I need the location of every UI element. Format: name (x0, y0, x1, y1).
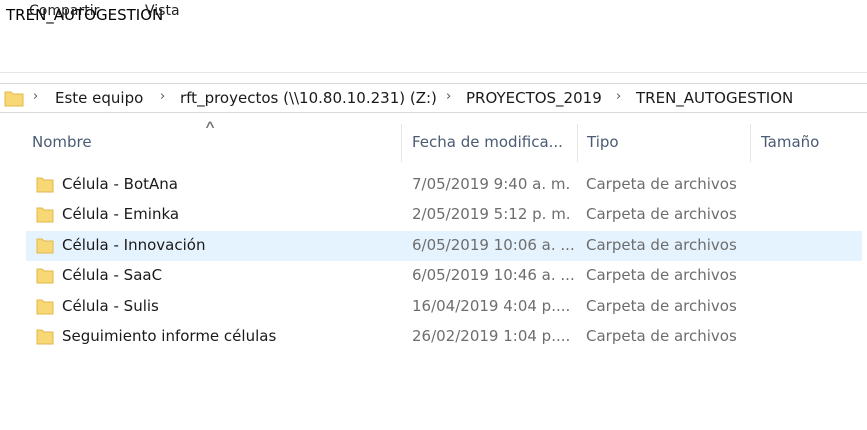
column-nombre[interactable]: Nombre (32, 133, 92, 151)
sort-up-icon: ∧ (203, 118, 217, 131)
breadcrumb-este-equipo[interactable]: Este equipo (55, 89, 143, 107)
file-name: Célula - Sulis (62, 297, 159, 315)
file-row-selected[interactable]: Célula - Innovación 6/05/2019 10:06 a. .… (26, 231, 862, 261)
folder-icon (36, 328, 54, 345)
chevron-right-icon[interactable]: › (160, 89, 165, 104)
file-date: 16/04/2019 4:04 p.... (412, 297, 571, 315)
column-tipo[interactable]: Tipo (587, 133, 619, 151)
file-name: Seguimiento informe células (62, 327, 277, 345)
file-row[interactable]: Célula - Sulis 16/04/2019 4:04 p.... Car… (26, 292, 862, 322)
breadcrumb-rft-proyectos[interactable]: rft_proyectos (\\10.80.10.231) (Z:) (180, 89, 437, 107)
file-type: Carpeta de archivos (586, 205, 737, 223)
chevron-right-icon[interactable]: › (446, 89, 451, 104)
column-tamano[interactable]: Tamaño (761, 133, 819, 151)
file-name: Célula - Eminka (62, 205, 180, 223)
tab-compartir[interactable]: Compartir (29, 3, 99, 19)
breadcrumb-tren-autogestion[interactable]: TREN_AUTOGESTION (636, 89, 793, 107)
file-row[interactable]: Célula - Eminka 2/05/2019 5:12 p. m. Car… (26, 200, 862, 230)
column-header: ∧ Nombre Fecha de modifica... Tipo Tamañ… (0, 118, 867, 162)
file-type: Carpeta de archivos (586, 327, 737, 345)
tab-vista[interactable]: Vista (145, 3, 180, 19)
file-name: Célula - Innovación (62, 236, 206, 254)
folder-icon (4, 89, 24, 107)
folder-icon (36, 206, 54, 223)
file-type: Carpeta de archivos (586, 175, 737, 193)
file-row[interactable]: Célula - BotAna 7/05/2019 9:40 a. m. Car… (26, 170, 862, 200)
file-date: 6/05/2019 10:06 a. ... (412, 236, 575, 254)
file-name: Célula - SaaC (62, 266, 163, 284)
column-divider[interactable] (401, 124, 402, 162)
file-type: Carpeta de archivos (586, 297, 737, 315)
file-type: Carpeta de archivos (586, 236, 737, 254)
column-divider[interactable] (577, 124, 578, 162)
folder-icon (36, 237, 54, 254)
breadcrumb-proyectos-2019[interactable]: PROYECTOS_2019 (466, 89, 602, 107)
column-divider[interactable] (750, 124, 751, 162)
file-row[interactable]: Seguimiento informe células 26/02/2019 1… (26, 322, 862, 352)
ribbon-divider (0, 72, 867, 73)
file-type: Carpeta de archivos (586, 266, 737, 284)
chevron-right-icon[interactable]: › (616, 89, 621, 104)
file-name: Célula - BotAna (62, 175, 178, 193)
file-row[interactable]: Célula - SaaC 6/05/2019 10:46 a. ... Car… (26, 261, 862, 291)
file-date: 6/05/2019 10:46 a. ... (412, 266, 575, 284)
chevron-right-icon[interactable]: › (33, 89, 38, 104)
address-bar[interactable]: › Este equipo › rft_proyectos (\\10.80.1… (0, 83, 867, 113)
column-fecha[interactable]: Fecha de modifica... (412, 133, 563, 151)
folder-icon (36, 298, 54, 315)
file-date: 26/02/2019 1:04 p.... (412, 327, 571, 345)
folder-icon (36, 176, 54, 193)
folder-icon (36, 267, 54, 284)
file-date: 2/05/2019 5:12 p. m. (412, 205, 571, 223)
file-date: 7/05/2019 9:40 a. m. (412, 175, 571, 193)
